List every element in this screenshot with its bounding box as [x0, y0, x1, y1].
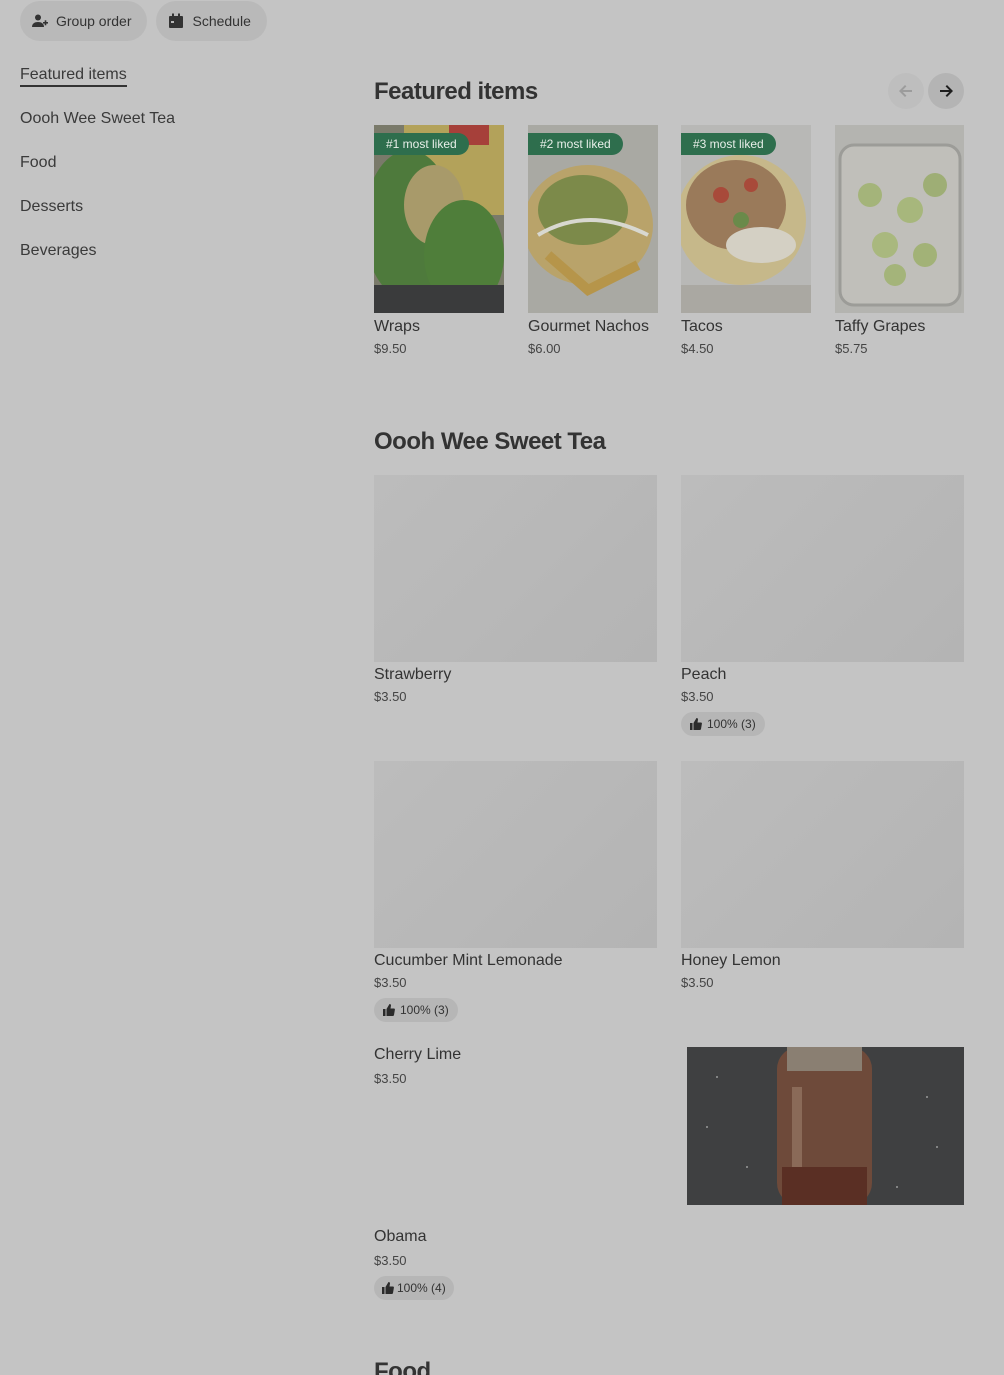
sidebar-item-label: Oooh Wee Sweet Tea — [20, 110, 176, 127]
item-price: $3.50 — [681, 975, 714, 990]
item-name: Peach — [681, 666, 727, 683]
item-name: Cucumber Mint Lemonade — [374, 952, 563, 969]
item-name: Tacos — [681, 318, 723, 335]
item-name: Wraps — [374, 318, 420, 335]
item-image-placeholder — [374, 475, 657, 662]
item-name: Gourmet Nachos — [528, 318, 649, 335]
rating-badge: 100% (3) — [374, 998, 458, 1022]
schedule-label: Schedule — [192, 13, 251, 29]
thumbs-up-icon — [382, 1282, 394, 1294]
sidebar-item-label: Food — [20, 154, 57, 171]
item-price: $3.50 — [374, 1253, 407, 1268]
sidebar-item-beverages[interactable]: Beverages — [20, 238, 320, 282]
item-price: $3.50 — [374, 689, 407, 704]
carousel-prev-button[interactable] — [888, 73, 924, 109]
featured-title: Featured items — [374, 78, 538, 105]
group-order-label: Group order — [56, 13, 132, 29]
top-actions: Group order Schedule — [20, 1, 267, 41]
sweet-tea-title: Oooh Wee Sweet Tea — [374, 428, 606, 455]
item-price: $3.50 — [374, 975, 407, 990]
item-name: Strawberry — [374, 666, 452, 683]
tacos-image: #3 most liked — [681, 125, 811, 313]
most-liked-badge: #2 most liked — [528, 133, 623, 155]
item-name: Obama — [374, 1228, 427, 1245]
arrow-left-icon — [899, 85, 912, 97]
menu-item-card[interactable]: Honey Lemon $3.50 — [681, 761, 964, 990]
category-sidebar: Featured items Oooh Wee Sweet Tea Food D… — [20, 62, 320, 282]
item-name: Honey Lemon — [681, 952, 781, 969]
sidebar-item-featured-items[interactable]: Featured items — [20, 62, 320, 106]
cherry-lime-image — [687, 1047, 964, 1205]
featured-item-card[interactable]: #2 most liked Gourmet Nachos $6.00 — [528, 125, 658, 356]
menu-item-card[interactable]: Peach $3.50 100% (3) — [681, 475, 964, 736]
item-image-placeholder — [374, 761, 657, 948]
carousel-next-button[interactable] — [928, 73, 964, 109]
calendar-icon — [169, 13, 184, 28]
featured-item-card[interactable]: Taffy Grapes $5.75 — [835, 125, 964, 356]
item-image-placeholder — [681, 475, 964, 662]
rating-text: 100% (3) — [400, 1003, 449, 1017]
item-price: $5.75 — [835, 341, 868, 356]
item-price: $9.50 — [374, 341, 407, 356]
group-order-button[interactable]: Group order — [20, 1, 148, 41]
gourmet-nachos-image: #2 most liked — [528, 125, 658, 313]
food-title: Food — [374, 1358, 431, 1375]
sidebar-item-label: Featured items — [20, 66, 127, 87]
rating-badge: 100% (3) — [681, 712, 765, 736]
menu-item-card[interactable]: Cherry Lime $3.50 — [374, 1046, 964, 1206]
item-price: $6.00 — [528, 341, 561, 356]
sidebar-item-sweet-tea[interactable]: Oooh Wee Sweet Tea — [20, 106, 320, 150]
thumbs-up-icon — [383, 1004, 395, 1016]
sidebar-item-food[interactable]: Food — [20, 150, 320, 194]
taffy-grapes-image — [835, 125, 964, 313]
arrow-right-icon — [940, 85, 953, 97]
sidebar-item-label: Desserts — [20, 198, 84, 215]
rating-badge: 100% (4) — [374, 1276, 454, 1300]
rating-text: 100% (4) — [397, 1281, 446, 1295]
item-image-placeholder — [681, 761, 964, 948]
most-liked-badge: #1 most liked — [374, 133, 469, 155]
menu-item-card[interactable]: Cucumber Mint Lemonade $3.50 100% (3) — [374, 761, 657, 1022]
schedule-button[interactable]: Schedule — [156, 1, 267, 41]
sidebar-item-desserts[interactable]: Desserts — [20, 194, 320, 238]
wraps-image: #1 most liked — [374, 125, 504, 313]
item-price: $3.50 — [681, 689, 714, 704]
menu-item-card[interactable]: Strawberry $3.50 — [374, 475, 657, 704]
add-person-icon — [32, 14, 48, 27]
featured-item-card[interactable]: #3 most liked Tacos $4.50 — [681, 125, 811, 356]
rating-text: 100% (3) — [707, 717, 756, 731]
thumbs-up-icon — [690, 718, 702, 730]
sidebar-item-label: Beverages — [20, 242, 97, 259]
item-name: Taffy Grapes — [835, 318, 926, 335]
featured-item-card[interactable]: #1 most liked Wraps $9.50 — [374, 125, 504, 356]
most-liked-badge: #3 most liked — [681, 133, 776, 155]
item-price: $4.50 — [681, 341, 714, 356]
menu-item-card[interactable]: Obama $3.50 100% (4) — [374, 1228, 657, 1300]
